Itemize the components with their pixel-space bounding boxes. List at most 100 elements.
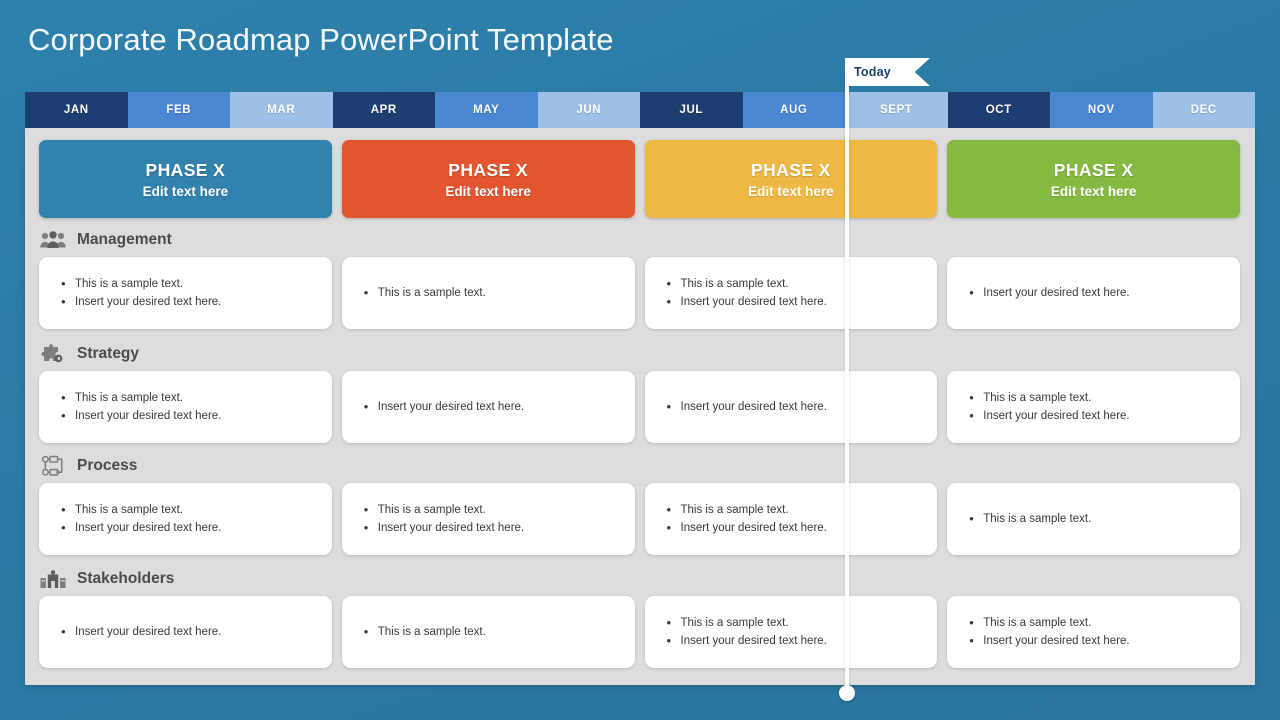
bullet-text: This is a sample text. — [377, 626, 486, 638]
bullet-item: • Insert your desired text here. — [667, 632, 920, 650]
phase-card-4[interactable]: PHASE X Edit text here — [947, 140, 1240, 218]
bullet-text: This is a sample text. — [983, 392, 1092, 404]
bullet-text: Insert your desired text here. — [75, 296, 222, 308]
today-flag-label: Today — [854, 65, 891, 79]
roadmap-row-strategy: Strategy • This is a sample text. • Insert y… — [39, 341, 1240, 443]
month-cell-mar[interactable]: MAR — [230, 92, 333, 128]
content-card[interactable]: • This is a sample text. — [947, 483, 1240, 555]
content-card[interactable]: • This is a sample text. — [341, 257, 635, 329]
row-label: Management — [77, 231, 172, 248]
content-card[interactable]: • Insert your desired text here. — [39, 596, 332, 668]
phase-header-row: PHASE X Edit text here PHASE X Edit text he… — [39, 140, 1240, 218]
bullet-dot-icon: • — [61, 294, 66, 309]
today-marker-dot — [839, 685, 855, 701]
bullet-item: • This is a sample text. — [61, 501, 314, 519]
phase-subtitle: Edit text here — [142, 183, 229, 199]
roadmap-row-process: Process • This is a sample text. • Insert yo… — [39, 453, 1240, 555]
bullet-dot-icon: • — [969, 615, 974, 630]
roadmap-row-management: Management • This is a sample text. • Insert… — [39, 227, 1240, 329]
bullet-item: • This is a sample text. — [969, 389, 1222, 407]
bullet-item: • This is a sample text. — [969, 614, 1222, 632]
bullet-dot-icon: • — [363, 399, 369, 414]
bullet-text: This is a sample text. — [680, 504, 789, 516]
bullet-dot-icon: • — [666, 502, 672, 517]
month-label: MAY — [473, 104, 500, 116]
bullet-dot-icon: • — [61, 624, 66, 639]
bullet-dot-icon: • — [969, 285, 974, 300]
month-cell-jan[interactable]: JAN — [25, 92, 128, 128]
month-label: FEB — [166, 104, 192, 116]
bullet-item: • This is a sample text. — [364, 623, 617, 641]
phase-subtitle: Edit text here — [748, 183, 834, 199]
content-card[interactable]: • Insert your desired text here. — [644, 371, 938, 443]
bullet-text: Insert your desired text here. — [680, 522, 827, 534]
content-card[interactable]: • This is a sample text. • Insert your desi… — [39, 483, 332, 555]
phase-card-1[interactable]: PHASE X Edit text here — [39, 140, 332, 218]
bullet-dot-icon: • — [61, 276, 66, 291]
bullet-text: Insert your desired text here. — [75, 410, 222, 422]
month-label: AUG — [780, 104, 808, 116]
bullet-item: • Insert your desired text here. — [61, 519, 314, 537]
bullet-dot-icon: • — [666, 276, 672, 291]
month-cell-aug[interactable]: AUG — [742, 92, 845, 128]
month-label: SEPT — [880, 104, 913, 116]
content-card[interactable]: • Insert your desired text here. — [947, 257, 1240, 329]
bullet-text: Insert your desired text here. — [680, 401, 827, 413]
month-label: JUL — [679, 104, 704, 116]
month-cell-nov[interactable]: NOV — [1050, 92, 1153, 128]
phase-title: PHASE X — [145, 159, 226, 180]
stakeholder-buildings-icon — [39, 568, 67, 590]
slide-canvas: Corporate Roadmap PowerPoint Template JA… — [0, 0, 1280, 720]
bullet-item: • Insert your desired text here. — [667, 293, 920, 311]
row-card-group: • This is a sample text. • Insert your desi… — [39, 257, 1240, 329]
month-label: NOV — [1087, 104, 1115, 116]
month-cell-oct[interactable]: OCT — [947, 92, 1050, 128]
month-cell-dec[interactable]: DEC — [1152, 92, 1255, 128]
bullet-item: • Insert your desired text here. — [61, 623, 314, 641]
row-header: Stakeholders — [39, 566, 1240, 592]
bullet-item: • Insert your desired text here. — [667, 398, 920, 416]
content-card[interactable]: • This is a sample text. • Insert your desi… — [39, 257, 332, 329]
bullet-dot-icon: • — [363, 285, 369, 300]
month-cell-sept[interactable]: SEPT — [845, 92, 948, 128]
month-cell-jun[interactable]: JUN — [537, 92, 640, 128]
content-card[interactable]: • This is a sample text. • Insert your desi… — [39, 371, 332, 443]
bullet-dot-icon: • — [666, 615, 672, 630]
bullet-text: This is a sample text. — [983, 617, 1092, 629]
content-card[interactable]: • This is a sample text. • Insert your desi… — [644, 483, 938, 555]
bullet-dot-icon: • — [666, 633, 672, 648]
bullet-item: • This is a sample text. — [61, 389, 314, 407]
bullet-dot-icon: • — [969, 408, 974, 423]
content-card[interactable]: • Insert your desired text here. — [341, 371, 635, 443]
content-card[interactable]: • This is a sample text. • Insert your desi… — [644, 257, 938, 329]
bullet-text: Insert your desired text here. — [983, 287, 1130, 299]
month-cell-may[interactable]: MAY — [435, 92, 538, 128]
bullet-text: This is a sample text. — [377, 504, 486, 516]
content-card[interactable]: • This is a sample text. • Insert your desi… — [341, 483, 635, 555]
content-card[interactable]: • This is a sample text. • Insert your desi… — [644, 596, 938, 668]
month-label: OCT — [985, 104, 1012, 116]
content-card[interactable]: • This is a sample text. — [341, 596, 635, 668]
workflow-icon — [39, 455, 67, 477]
today-flag[interactable]: Today — [845, 58, 930, 86]
row-label: Strategy — [77, 345, 140, 362]
content-card[interactable]: • This is a sample text. • Insert your desi… — [947, 596, 1240, 668]
bullet-text: Insert your desired text here. — [983, 635, 1130, 647]
bullet-item: • Insert your desired text here. — [61, 407, 314, 425]
page-title: Corporate Roadmap PowerPoint Template — [28, 22, 614, 57]
bullet-text: This is a sample text. — [983, 513, 1092, 525]
bullet-text: Insert your desired text here. — [680, 635, 827, 647]
month-cell-apr[interactable]: APR — [332, 92, 435, 128]
phase-title: PHASE X — [1053, 159, 1134, 180]
phase-subtitle: Edit text here — [445, 183, 531, 199]
month-cell-feb[interactable]: FEB — [127, 92, 230, 128]
month-cell-jul[interactable]: JUL — [640, 92, 743, 128]
phase-card-3[interactable]: PHASE X Edit text here — [644, 140, 938, 218]
content-card[interactable]: • This is a sample text. • Insert your desi… — [947, 371, 1240, 443]
phase-card-2[interactable]: PHASE X Edit text here — [341, 140, 635, 218]
bullet-dot-icon: • — [61, 408, 66, 423]
bullet-text: Insert your desired text here. — [680, 296, 827, 308]
timeline-month-bar: JAN FEB MAR APR MAY JUN JUL AUG SEPT OCT NOV DEC — [25, 92, 1255, 128]
bullet-dot-icon: • — [363, 520, 369, 535]
row-label: Process — [77, 457, 138, 474]
